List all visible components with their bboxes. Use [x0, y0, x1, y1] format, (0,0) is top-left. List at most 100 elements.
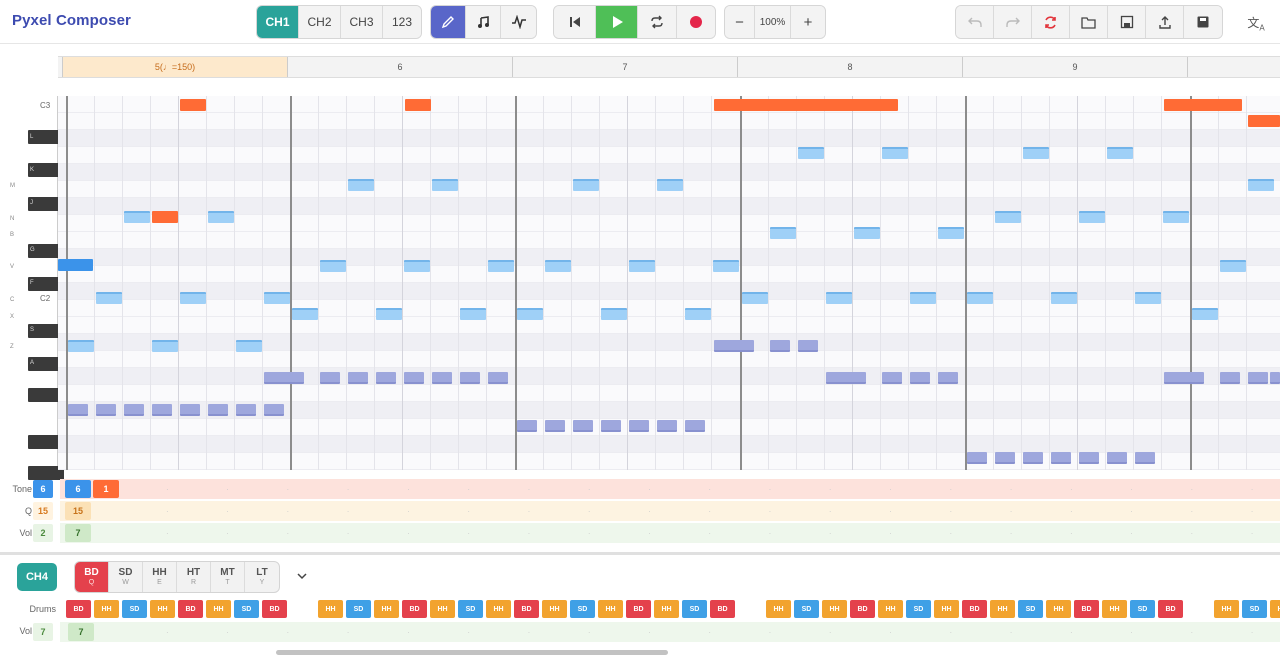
- tab-ch3[interactable]: CH3: [341, 6, 383, 38]
- drum-step[interactable]: HH: [486, 600, 511, 618]
- note-ch2[interactable]: [404, 260, 430, 272]
- drum-step[interactable]: HH: [542, 600, 567, 618]
- note-ch3[interactable]: [236, 404, 256, 416]
- expand-drums-button[interactable]: [292, 566, 312, 586]
- note-ch2[interactable]: [770, 227, 796, 239]
- note-ch2[interactable]: [1220, 260, 1246, 272]
- note-ch3[interactable]: [629, 420, 649, 432]
- note-ch2[interactable]: [292, 308, 318, 320]
- drum-step[interactable]: HH: [822, 600, 847, 618]
- note-ch3[interactable]: [68, 404, 88, 416]
- note-ch2[interactable]: [376, 308, 402, 320]
- note-ch2[interactable]: [601, 308, 627, 320]
- drum-step[interactable]: BD: [962, 600, 987, 618]
- drum-step[interactable]: HH: [318, 600, 343, 618]
- note-ch2[interactable]: [348, 179, 374, 191]
- drum-sd-button[interactable]: SD W: [109, 562, 143, 592]
- note-ch1-selected[interactable]: [58, 259, 93, 271]
- measure-9[interactable]: 9: [962, 57, 1187, 77]
- drum-step[interactable]: HH: [878, 600, 903, 618]
- drum-step[interactable]: BD: [1158, 600, 1183, 618]
- note-ch3[interactable]: [376, 372, 396, 384]
- drum-step[interactable]: BD: [262, 600, 287, 618]
- wave-tool-button[interactable]: [501, 6, 536, 38]
- note-ch3[interactable]: [1270, 372, 1280, 384]
- note-ch3[interactable]: [96, 404, 116, 416]
- note-ch3[interactable]: [573, 420, 593, 432]
- note-ch1[interactable]: [714, 99, 898, 111]
- note-ch3[interactable]: [124, 404, 144, 416]
- note-ch3[interactable]: [180, 404, 200, 416]
- note-ch3[interactable]: [657, 420, 677, 432]
- drum-hh-button[interactable]: HH E: [143, 562, 177, 592]
- zoom-out-button[interactable]: −: [725, 6, 755, 38]
- measure-6[interactable]: 6: [287, 57, 512, 77]
- note-ch2[interactable]: [742, 292, 768, 304]
- drum-step[interactable]: SD: [458, 600, 483, 618]
- drum-step[interactable]: HH: [1046, 600, 1071, 618]
- note-ch2[interactable]: [854, 227, 880, 239]
- note-ch3[interactable]: [826, 372, 866, 384]
- record-button[interactable]: [677, 6, 715, 38]
- note-ch2[interactable]: [320, 260, 346, 272]
- drum-step[interactable]: HH: [374, 600, 399, 618]
- note-ch3[interactable]: [1051, 452, 1071, 464]
- q-lane[interactable]: ····················: [60, 501, 1280, 521]
- note-ch2[interactable]: [967, 292, 993, 304]
- drum-step[interactable]: SD: [1242, 600, 1267, 618]
- note-ch3[interactable]: [882, 372, 902, 384]
- note-ch3[interactable]: [545, 420, 565, 432]
- note-ch3[interactable]: [432, 372, 452, 384]
- pencil-tool-button[interactable]: [431, 6, 466, 38]
- zoom-in-button[interactable]: +: [791, 6, 825, 38]
- tone-value[interactable]: 6: [33, 480, 53, 498]
- note-ch1[interactable]: [152, 211, 178, 223]
- drum-bd-button[interactable]: BD Q: [75, 562, 109, 592]
- drum-step[interactable]: SD: [906, 600, 931, 618]
- note-ch2[interactable]: [1051, 292, 1077, 304]
- open-folder-button[interactable]: [1070, 6, 1108, 38]
- note-ch3[interactable]: [320, 372, 340, 384]
- note-ch2[interactable]: [180, 292, 206, 304]
- measure-7[interactable]: 7: [512, 57, 737, 77]
- q-value[interactable]: 15: [33, 502, 53, 520]
- note-ch2[interactable]: [96, 292, 122, 304]
- note-ch3[interactable]: [910, 372, 930, 384]
- piano-roll-grid[interactable]: [58, 96, 1280, 470]
- note-ch2[interactable]: [910, 292, 936, 304]
- note-ch3[interactable]: [1079, 452, 1099, 464]
- note-ch3[interactable]: [264, 404, 284, 416]
- note-ch3[interactable]: [995, 452, 1015, 464]
- measure-next[interactable]: [1187, 57, 1280, 77]
- drum-step[interactable]: SD: [570, 600, 595, 618]
- drum-step[interactable]: BD: [66, 600, 91, 618]
- note-ch2[interactable]: [545, 260, 571, 272]
- drum-step[interactable]: SD: [1130, 600, 1155, 618]
- note-ch3[interactable]: [517, 420, 537, 432]
- note-ch3[interactable]: [770, 340, 790, 352]
- note-ch2[interactable]: [124, 211, 150, 223]
- note-ch3[interactable]: [938, 372, 958, 384]
- drum-mt-button[interactable]: MT T: [211, 562, 245, 592]
- drum-step[interactable]: SD: [682, 600, 707, 618]
- tab-ch4[interactable]: CH4: [17, 563, 57, 591]
- note-ch2[interactable]: [68, 340, 94, 352]
- note-ch3[interactable]: [404, 372, 424, 384]
- drum-step[interactable]: HH: [206, 600, 231, 618]
- q-cell[interactable]: 15: [65, 502, 91, 520]
- note-ch3[interactable]: [1164, 372, 1204, 384]
- redo-button[interactable]: [994, 6, 1032, 38]
- note-ch3[interactable]: [601, 420, 621, 432]
- drum-step[interactable]: SD: [1018, 600, 1043, 618]
- drum-step[interactable]: HH: [990, 600, 1015, 618]
- note-ch2[interactable]: [517, 308, 543, 320]
- note-ch2[interactable]: [657, 179, 683, 191]
- upload-button[interactable]: [1146, 6, 1184, 38]
- drum-lt-button[interactable]: LT Y: [245, 562, 279, 592]
- play-button[interactable]: [596, 6, 638, 38]
- drum-step[interactable]: BD: [710, 600, 735, 618]
- note-ch2[interactable]: [1248, 179, 1274, 191]
- drum-step[interactable]: BD: [850, 600, 875, 618]
- vol-value[interactable]: 2: [33, 524, 53, 542]
- drum-step[interactable]: HH: [150, 600, 175, 618]
